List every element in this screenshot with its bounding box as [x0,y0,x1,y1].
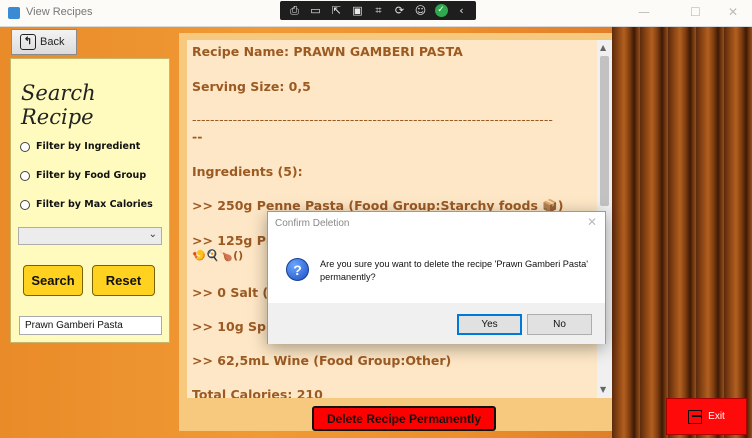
window-capture-icon[interactable]: ▣ [351,2,365,20]
confirm-deletion-dialog: Confirm Deletion ✕ ? Are you sure you wa… [267,211,606,344]
filter-dropdown[interactable]: ⌄ [18,227,162,245]
filter-food-group-label: Filter by Food Group [36,170,147,181]
search-button[interactable]: Search [23,265,83,296]
recipe-name: Recipe Name: PRAWN GAMBERI PASTA [192,44,463,59]
reset-button[interactable]: Reset [92,265,155,296]
screenshot-icon[interactable]: ⎙ [288,2,302,20]
scroll-thumb[interactable] [600,56,609,206]
ingredient-icons: 🍤🍳🍗() [192,249,244,262]
screen-capture-toolbar: ⎙ ▭ ⇱ ▣ ⌗ ⟳ ☺ ✓ ‹ [280,1,476,20]
exit-icon [688,409,703,424]
radio-icon[interactable] [20,170,30,181]
window-titlebar: View Recipes ⎙ ▭ ⇱ ▣ ⌗ ⟳ ☺ ✓ ‹ — ☐ ✕ [0,0,752,27]
scroll-up-icon[interactable]: ▲ [600,43,606,52]
pointer-icon[interactable]: ⇱ [330,2,344,20]
separator-line: ----------------------------------------… [192,112,553,127]
window-title: View Recipes [26,6,93,18]
radio-icon[interactable] [20,199,30,210]
scroll-down-icon[interactable]: ▼ [600,385,606,394]
minimize-icon[interactable]: — [638,5,650,19]
no-button[interactable]: No [527,314,592,335]
share-icon[interactable]: ⟳ [393,2,407,20]
dialog-title: Confirm Deletion [275,218,350,229]
delete-recipe-button[interactable]: Delete Recipe Permanently [312,406,496,431]
chevron-down-icon: ⌄ [148,229,157,240]
exit-button[interactable]: Exit [666,398,747,435]
dialog-footer: Yes No [268,303,605,344]
wood-background [612,27,752,438]
radio-icon[interactable] [20,141,30,152]
close-icon[interactable]: ✕ [728,5,738,19]
filter-food-group-radio[interactable]: Filter by Food Group [20,170,146,181]
separator-tail: -- [192,129,203,144]
app-icon [8,7,20,19]
filter-max-calories-radio[interactable]: Filter by Max Calories [20,199,153,210]
question-icon: ? [286,258,309,281]
maximize-icon[interactable]: ☐ [690,5,701,19]
search-title: Search Recipe [21,81,96,129]
filter-ingredient-label: Filter by Ingredient [36,141,141,152]
exit-label: Exit [708,411,725,422]
ingredient-line: >> 62,5mL Wine (Food Group:Other) [192,353,452,368]
yes-button[interactable]: Yes [457,314,522,335]
region-capture-icon[interactable]: ⌗ [372,2,386,20]
back-button-label: Back [40,36,65,48]
serving-size: Serving Size: 0,5 [192,79,311,94]
back-arrow-icon: ↰ [20,34,36,50]
check-icon[interactable]: ✓ [434,4,448,17]
ingredient-line: >> 0 Salt (F [192,285,277,300]
ingredients-heading: Ingredients (5): [192,164,303,179]
search-panel: Search Recipe Filter by Ingredient Filte… [10,58,170,343]
record-icon[interactable]: ▭ [309,2,323,20]
chevron-left-icon[interactable]: ‹ [455,2,469,20]
filter-ingredient-radio[interactable]: Filter by Ingredient [20,141,140,152]
dialog-close-icon[interactable]: ✕ [587,215,597,229]
total-calories: Total Calories: 210 [192,387,323,398]
search-input[interactable]: Prawn Gamberi Pasta [19,316,162,335]
filter-max-calories-label: Filter by Max Calories [36,199,153,210]
accessibility-icon[interactable]: ☺ [414,2,428,20]
back-button[interactable]: ↰ Back [11,29,77,55]
dialog-message: Are you sure you want to delete the reci… [320,259,589,282]
